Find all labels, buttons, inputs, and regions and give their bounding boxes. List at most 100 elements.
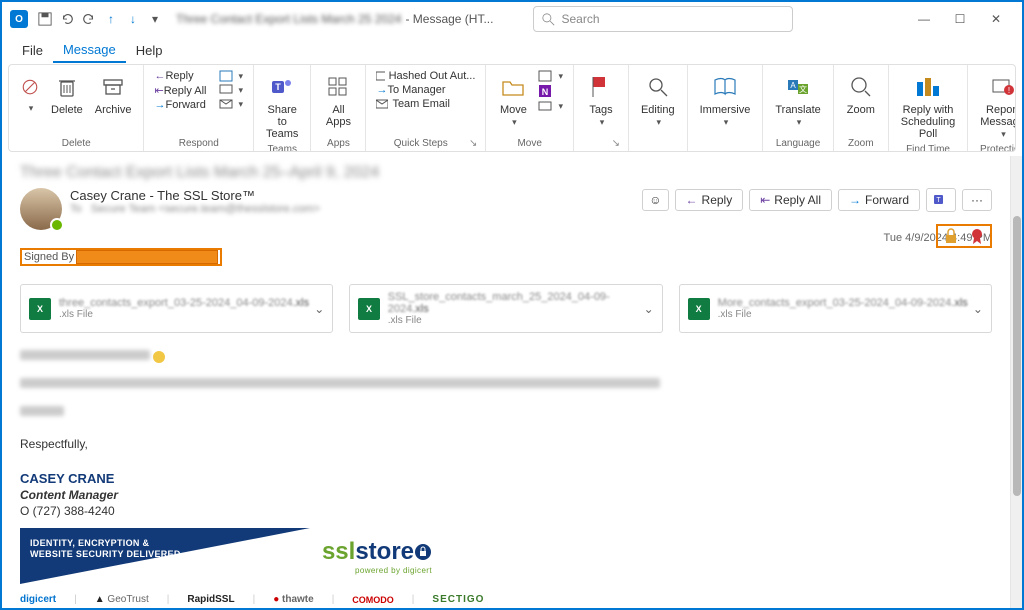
- signature-ribbon-icon[interactable]: [970, 228, 984, 244]
- translate-button[interactable]: A文 Translate▾: [769, 69, 826, 130]
- ribbon-group-quicksteps: Hashed Out Aut... →To Manager Team Email…: [366, 65, 486, 151]
- ribbon-group-findtime: Reply with Scheduling Poll Find Time: [889, 65, 968, 151]
- apps-grid-icon: [327, 76, 349, 98]
- move-button[interactable]: Move▾: [492, 69, 534, 130]
- next-arrow-icon[interactable]: ↓: [122, 8, 144, 30]
- chevron-down-icon[interactable]: ⌄: [644, 302, 654, 316]
- ribbon-group-delete: ▾ Delete Archive Delete: [9, 65, 144, 151]
- prev-arrow-icon[interactable]: ↑: [100, 8, 122, 30]
- save-icon[interactable]: [34, 8, 56, 30]
- ribbon-group-teams: T Share to Teams Teams: [254, 65, 311, 151]
- tab-message[interactable]: Message: [53, 38, 126, 63]
- im-icon: [219, 84, 233, 96]
- forward-pill-button[interactable]: →Forward: [838, 189, 920, 211]
- menu-tabs: File Message Help: [2, 36, 1022, 64]
- presence-badge-icon: [50, 218, 64, 232]
- quicksteps-launcher-icon[interactable]: ↘: [469, 138, 479, 149]
- attachment-item[interactable]: X three_contacts_export_03-25-2024_04-09…: [20, 284, 333, 333]
- xls-file-icon: X: [358, 298, 379, 320]
- timestamp: Tue 4/9/2024 4:49 PM: [20, 232, 992, 244]
- undo-icon[interactable]: [56, 8, 78, 30]
- ribbon-group-respond: ←Reply ⇤Reply All →Forward ▾ ▾ ▾ Respond: [144, 65, 254, 151]
- teams-small-icon: T: [933, 192, 949, 208]
- delete-button[interactable]: Delete: [45, 69, 89, 118]
- scrollbar-thumb[interactable]: [1013, 216, 1021, 496]
- quickstep-to-manager[interactable]: →To Manager: [372, 83, 479, 97]
- onenote-icon: N: [538, 84, 552, 98]
- redo-icon[interactable]: [78, 8, 100, 30]
- immersive-button[interactable]: Immersive▾: [694, 69, 757, 130]
- from-name: Casey Crane - The SSL Store™: [70, 188, 642, 203]
- svg-text:文: 文: [799, 84, 807, 94]
- teams-chat-button[interactable]: T: [926, 188, 956, 212]
- smiley-icon: ☺: [649, 193, 661, 207]
- tab-help[interactable]: Help: [126, 39, 173, 62]
- poll-icon: [915, 76, 941, 98]
- meeting-button[interactable]: ▾: [215, 69, 248, 83]
- zoom-button[interactable]: Zoom: [840, 69, 882, 118]
- ribbon: ▾ Delete Archive Delete ←Reply ⇤Reply Al…: [8, 64, 1016, 152]
- close-button[interactable]: ✕: [978, 5, 1014, 33]
- signed-by-label: Signed By: [24, 251, 74, 263]
- outlook-icon: O: [10, 10, 28, 28]
- chevron-down-icon[interactable]: ⌄: [973, 302, 983, 316]
- search-input[interactable]: Search: [533, 6, 793, 32]
- magnifier-icon: [647, 76, 669, 98]
- signed-by-value-redacted: [76, 250, 218, 264]
- minimize-button[interactable]: —: [906, 5, 942, 33]
- message-pane: Three Contact Export Lists March 25–Apri…: [2, 156, 1010, 608]
- rules-button[interactable]: ▾: [534, 69, 567, 83]
- sender-avatar[interactable]: [20, 188, 62, 230]
- all-apps-button[interactable]: All Apps: [317, 69, 359, 130]
- signature-name: CASEY CRANE: [20, 471, 992, 486]
- window-title-suffix: - Message (HT...: [405, 12, 493, 26]
- reply-all-button[interactable]: ⇤Reply All: [150, 83, 210, 98]
- svg-text:N: N: [542, 87, 549, 97]
- chevron-down-icon[interactable]: ⌄: [314, 302, 324, 316]
- editing-button[interactable]: Editing▾: [635, 69, 681, 130]
- tags-launcher-icon[interactable]: ↘: [580, 138, 622, 149]
- svg-text:!: !: [1007, 86, 1009, 95]
- archive-button[interactable]: Archive: [89, 69, 138, 118]
- actions-button[interactable]: ▾: [534, 99, 567, 113]
- im-reply-button[interactable]: ▾: [215, 83, 248, 97]
- tab-file[interactable]: File: [12, 39, 53, 62]
- maximize-button[interactable]: ☐: [942, 5, 978, 33]
- quickstep-hashed-out[interactable]: Hashed Out Aut...: [372, 69, 479, 83]
- reactions-button[interactable]: ☺: [642, 189, 668, 211]
- svg-text:A: A: [790, 81, 796, 90]
- attachment-item[interactable]: X More_contacts_export_03-25-2024_04-09-…: [679, 284, 992, 333]
- report-message-button[interactable]: ! Report Message ▾: [974, 69, 1016, 142]
- vertical-scrollbar[interactable]: [1010, 156, 1022, 608]
- window-title-blurred: Three Contact Export Lists March 25 2024: [176, 12, 401, 26]
- reply-all-pill-button[interactable]: ⇤Reply All: [749, 189, 832, 211]
- tags-button[interactable]: Tags▾: [580, 69, 622, 130]
- scheduling-poll-button[interactable]: Reply with Scheduling Poll: [895, 69, 961, 142]
- signature-closing: Respectfully,: [20, 437, 992, 451]
- folder-move-icon: [501, 76, 525, 98]
- customize-qat-icon[interactable]: ▾: [144, 8, 166, 30]
- brand-logos-row: digicert | ▲ GeoTrust | RapidSSL | ● tha…: [20, 594, 992, 605]
- quickstep-team-email[interactable]: Team Email: [372, 97, 479, 111]
- meeting-icon: [219, 70, 233, 82]
- lock-icon[interactable]: [944, 228, 958, 244]
- ribbon-group-protection: ! Report Message ▾ Protection: [968, 65, 1016, 151]
- more-actions-button[interactable]: ···: [962, 189, 992, 211]
- reply-button[interactable]: ←Reply: [150, 69, 210, 83]
- message-actions: ☺ ←Reply ⇤Reply All →Forward T ···: [642, 188, 992, 212]
- onenote-button[interactable]: N: [534, 83, 567, 99]
- ignore-button[interactable]: ▾: [15, 69, 45, 116]
- ribbon-group-zoom: Zoom Zoom: [834, 65, 889, 151]
- xls-file-icon: X: [29, 298, 51, 320]
- forward-button[interactable]: →Forward: [150, 98, 210, 112]
- title-bar: O ↑ ↓ ▾ Three Contact Export Lists March…: [2, 2, 1022, 36]
- share-to-teams-button[interactable]: T Share to Teams: [260, 69, 304, 142]
- attachment-item[interactable]: X SSL_store_contacts_march_25_2024_04-09…: [349, 284, 662, 333]
- message-body-blurred: [20, 349, 992, 419]
- reply-pill-button[interactable]: ←Reply: [675, 189, 744, 211]
- ribbon-group-move: Move▾ ▾ N ▾ Move: [486, 65, 574, 151]
- signature-banner: IDENTITY, ENCRYPTION &WEBSITE SECURITY D…: [20, 528, 440, 584]
- subject-line: Three Contact Export Lists March 25–Apri…: [20, 164, 992, 182]
- envelope-icon: [219, 98, 233, 110]
- more-respond-button[interactable]: ▾: [215, 97, 248, 111]
